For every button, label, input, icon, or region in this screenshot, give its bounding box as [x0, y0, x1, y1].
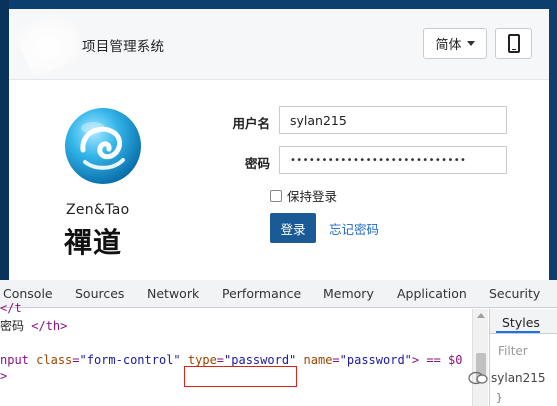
login-button[interactable]: 登录	[270, 213, 316, 243]
tab-performance[interactable]: Performance	[222, 286, 301, 301]
scroll-up-icon[interactable]	[477, 313, 485, 318]
password-value: ••••••••••••••••••••••••••••	[290, 154, 467, 166]
app-title: 项目管理系统	[82, 39, 165, 55]
tab-security[interactable]: Security	[489, 286, 540, 301]
tab-sources[interactable]: Sources	[75, 286, 124, 301]
styles-tab[interactable]: Styles	[490, 309, 557, 334]
tab-application[interactable]: Application	[397, 286, 467, 301]
password-label: 密码	[244, 156, 270, 171]
elements-code-area: </t 密码 </th> nput class="form-control" t…	[0, 301, 488, 406]
styles-tab-underline	[496, 331, 540, 333]
panel-header: 项目管理系统 简体	[9, 7, 549, 80]
tab-memory[interactable]: Memory	[323, 286, 374, 301]
chat-bubble-icon	[468, 371, 488, 385]
code-line-4[interactable]: >	[0, 369, 7, 383]
watermark-text: sylan215	[491, 371, 546, 385]
password-input[interactable]: ••••••••••••••••••••••••••••	[279, 146, 507, 174]
remember-label: 保持登录	[287, 189, 338, 204]
zentao-logo-icon	[65, 108, 141, 184]
forgot-password-link[interactable]: 忘记密码	[329, 219, 379, 238]
language-dropdown-button[interactable]: 简体	[423, 28, 487, 59]
tab-console[interactable]: Console	[3, 286, 53, 301]
styles-filter-input[interactable]: Filter	[498, 344, 528, 358]
styles-pane: Styles Filter }	[489, 309, 557, 406]
language-label: 简体	[435, 38, 462, 53]
username-input[interactable]: sylan215	[279, 106, 507, 134]
mobile-view-button[interactable]	[495, 28, 532, 59]
styles-code-snippet: }	[496, 391, 503, 404]
mobile-phone-icon	[507, 34, 520, 53]
username-label: 用户名	[232, 116, 270, 131]
tab-network[interactable]: Network	[147, 286, 199, 301]
devtools-panel: Console Sources Network Performance Memo…	[0, 280, 557, 406]
devtools-tabbar: Console Sources Network Performance Memo…	[0, 280, 557, 308]
app-edge	[0, 0, 9, 280]
remember-me-row[interactable]: 保持登录	[270, 186, 337, 205]
header-smudge	[13, 7, 89, 79]
app-window: 项目管理系统 简体 Zen&Tao 禪道 用户名 sylan215 密码 •••…	[0, 0, 557, 280]
caret-down-icon	[466, 41, 475, 46]
type-password-highlight	[184, 366, 297, 387]
code-line-1[interactable]: </t	[0, 301, 22, 315]
logo-text-en: Zen&Tao	[66, 202, 130, 218]
watermark: sylan215	[468, 371, 546, 385]
code-line-2[interactable]: 密码 </th>	[0, 317, 67, 334]
styles-tab-label: Styles	[502, 315, 540, 330]
login-panel: 项目管理系统 简体 Zen&Tao 禪道 用户名 sylan215 密码 •••…	[9, 7, 549, 280]
code-scrollbar[interactable]	[472, 309, 488, 406]
username-value: sylan215	[290, 112, 347, 128]
code-line-input-selected[interactable]: nput class="form-control" type="password…	[0, 353, 462, 367]
remember-checkbox[interactable]	[270, 189, 282, 202]
logo-text-cn: 禪道	[64, 226, 123, 259]
